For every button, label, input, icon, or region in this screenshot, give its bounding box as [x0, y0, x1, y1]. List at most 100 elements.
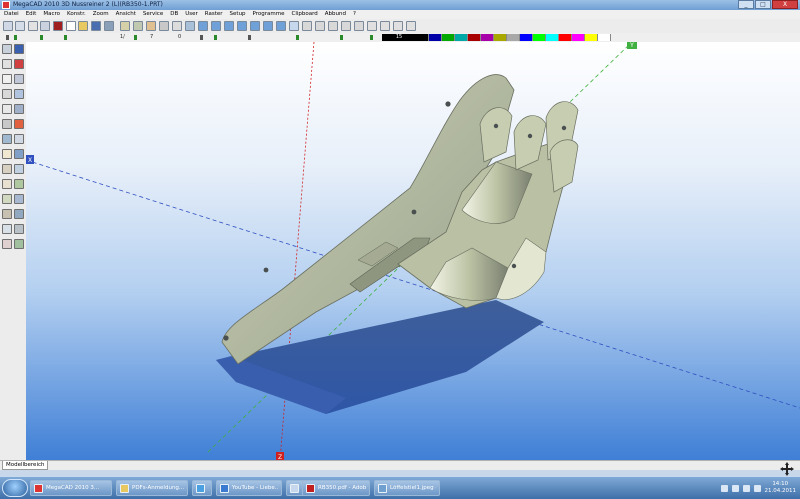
- width-icon[interactable]: [200, 35, 203, 40]
- dim-style-icon[interactable]: [296, 35, 299, 40]
- hatch-icon[interactable]: [214, 35, 217, 40]
- left-tool-icon[interactable]: [2, 224, 12, 234]
- view-bottom-icon[interactable]: [250, 21, 260, 31]
- left-tool-icon[interactable]: [2, 209, 12, 219]
- color-swatch[interactable]: [468, 34, 481, 41]
- left-tool-icon[interactable]: [2, 134, 12, 144]
- model-canvas[interactable]: Y X Z: [26, 42, 800, 460]
- menu-konstr[interactable]: Konstr.: [63, 10, 89, 19]
- cone-icon[interactable]: [315, 21, 325, 31]
- view-back-icon[interactable]: [263, 21, 273, 31]
- color-swatch[interactable]: [429, 34, 442, 41]
- measure-icon[interactable]: [172, 21, 182, 31]
- left-tool-icon[interactable]: [2, 239, 12, 249]
- left-tool-icon[interactable]: [2, 44, 12, 54]
- minimize-button[interactable]: _: [738, 0, 754, 9]
- left-tool-icon[interactable]: [2, 149, 12, 159]
- cut-icon[interactable]: [28, 21, 38, 31]
- menu-programme[interactable]: Programme: [249, 10, 288, 19]
- color-swatch[interactable]: [598, 34, 611, 41]
- task-youtube[interactable]: YouTube - Liebe...: [216, 480, 282, 496]
- left-tool-icon[interactable]: [14, 179, 24, 189]
- left-tool-icon[interactable]: [2, 119, 12, 129]
- left-tool-icon[interactable]: [14, 89, 24, 99]
- color-swatch[interactable]: [494, 34, 507, 41]
- text-style-icon[interactable]: [248, 35, 251, 40]
- pen-style-icon[interactable]: [6, 35, 9, 40]
- start-button[interactable]: [2, 479, 28, 497]
- cylinder-icon[interactable]: [302, 21, 312, 31]
- color-swatch[interactable]: [546, 34, 559, 41]
- navigation-cross-icon[interactable]: [780, 462, 794, 476]
- print-icon[interactable]: [104, 21, 114, 31]
- view-left-icon[interactable]: [276, 21, 286, 31]
- menu-edit[interactable]: Edit: [22, 10, 40, 19]
- menu-setup[interactable]: Setup: [226, 10, 249, 19]
- left-tool-icon[interactable]: [14, 104, 24, 114]
- menu-help[interactable]: ?: [349, 10, 359, 19]
- box-icon[interactable]: [354, 21, 364, 31]
- sphere-icon[interactable]: [328, 21, 338, 31]
- hole-icon[interactable]: [406, 21, 416, 31]
- 3d-viewport[interactable]: Y X Z: [26, 42, 800, 460]
- left-tool-icon[interactable]: [2, 89, 12, 99]
- color-swatch[interactable]: [507, 34, 520, 41]
- shade-icon[interactable]: [289, 21, 299, 31]
- view-side-icon[interactable]: [224, 21, 234, 31]
- tray-update-icon[interactable]: [753, 484, 761, 492]
- chamfer-icon[interactable]: [393, 21, 403, 31]
- task-pdf-anmeldung[interactable]: PDFs-Anmeldung...: [116, 480, 188, 496]
- left-tool-icon[interactable]: [14, 164, 24, 174]
- color-swatch[interactable]: [559, 34, 572, 41]
- maximize-button[interactable]: □: [755, 0, 771, 9]
- left-tool-icon[interactable]: [14, 44, 24, 54]
- clock[interactable]: 14:10 21.04.2011: [765, 481, 797, 495]
- menu-ansicht[interactable]: Ansicht: [112, 10, 139, 19]
- field-a-value[interactable]: 1/: [120, 33, 125, 42]
- left-tool-icon[interactable]: [14, 134, 24, 144]
- new-file-icon[interactable]: [66, 21, 76, 31]
- left-tool-icon[interactable]: [2, 104, 12, 114]
- left-tool-icon[interactable]: [2, 179, 12, 189]
- left-tool-icon[interactable]: [2, 164, 12, 174]
- color-swatch[interactable]: [520, 34, 533, 41]
- tray-volume-icon[interactable]: [731, 484, 739, 492]
- task-megacad[interactable]: MegaCAD 2010 3...: [30, 480, 112, 496]
- left-tool-icon[interactable]: [14, 224, 24, 234]
- view-front-icon[interactable]: [211, 21, 221, 31]
- torus-icon[interactable]: [341, 21, 351, 31]
- left-tool-icon[interactable]: [2, 194, 12, 204]
- color-swatch[interactable]: [572, 34, 585, 41]
- tab-modellbereich[interactable]: Modellbereich: [2, 461, 49, 470]
- color-swatch[interactable]: [533, 34, 546, 41]
- menu-service[interactable]: Service: [139, 10, 166, 19]
- undo-icon[interactable]: [3, 21, 13, 31]
- task-loeffelstiel[interactable]: Löffelstiel1.jpeg - P...: [374, 480, 440, 496]
- task-adobe-pdf[interactable]: RB350.pdf - Adob...: [302, 480, 370, 496]
- open-folder-icon[interactable]: [78, 21, 88, 31]
- color-swatch[interactable]: [442, 34, 455, 41]
- 3d-style-icon[interactable]: [340, 35, 343, 40]
- view-iso-icon[interactable]: [237, 21, 247, 31]
- select-arrow-icon[interactable]: [120, 21, 130, 31]
- left-tool-icon[interactable]: [2, 74, 12, 84]
- grid-icon[interactable]: [159, 21, 169, 31]
- section-icon[interactable]: [367, 21, 377, 31]
- menu-abbund[interactable]: Abbund: [321, 10, 349, 19]
- pick-icon[interactable]: [146, 21, 156, 31]
- left-tool-icon[interactable]: [14, 194, 24, 204]
- left-tool-icon[interactable]: [14, 74, 24, 84]
- field-c-value[interactable]: 0: [178, 33, 181, 42]
- color-swatch[interactable]: [481, 34, 494, 41]
- left-tool-icon[interactable]: [14, 59, 24, 69]
- menu-clipboard[interactable]: Clipboard: [288, 10, 321, 19]
- save-icon[interactable]: [91, 21, 101, 31]
- view-top-icon[interactable]: [198, 21, 208, 31]
- line-type-icon[interactable]: [14, 35, 17, 40]
- color-mode-icon[interactable]: [370, 35, 373, 40]
- layer-input[interactable]: 15: [382, 34, 416, 41]
- color-swatch[interactable]: [585, 34, 598, 41]
- copy-icon[interactable]: [40, 21, 50, 31]
- left-tool-icon[interactable]: [2, 59, 12, 69]
- tray-network-icon[interactable]: [720, 484, 728, 492]
